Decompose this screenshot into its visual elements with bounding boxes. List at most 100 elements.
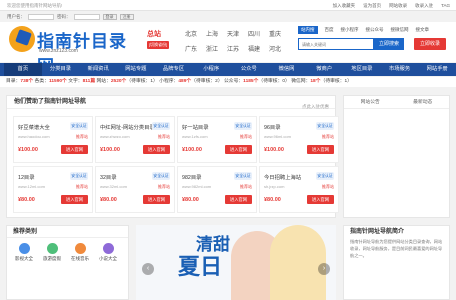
nav-item-merchant[interactable]: 微商户	[305, 63, 343, 76]
city-link[interactable]: 上海	[206, 29, 227, 38]
enter-site-button[interactable]: 进入官网	[61, 195, 88, 204]
stat-value: 2520个	[110, 79, 127, 84]
top-links: 加入收藏夹 设为首页 网站收录 收录入驻 TAG	[333, 3, 450, 9]
nav-item-home[interactable]: 首页	[4, 63, 42, 76]
city-link[interactable]: 天津	[227, 29, 248, 38]
top-link-join[interactable]: 收录入驻	[415, 3, 433, 9]
category-item[interactable]: 小说大全	[94, 243, 122, 262]
city-link[interactable]: 福建	[248, 44, 269, 53]
search-tab-baidu[interactable]: 百度	[325, 27, 334, 33]
tab-notice[interactable]: 网站公告	[361, 96, 380, 108]
search-tab-site[interactable]: 站内搜	[298, 26, 318, 34]
search-button[interactable]: 立即搜索	[374, 38, 404, 50]
nav-item-official[interactable]: 公众号	[230, 63, 268, 76]
top-link-homepage[interactable]: 设为首页	[363, 3, 381, 9]
logo-url: www.znz123.com	[39, 48, 78, 54]
main-nav: 首页 分类目录 新闻资讯 网站专题 品牌专区 小程序 公众号 微信网 微商户 地…	[0, 63, 456, 76]
city-link[interactable]: 广东	[185, 44, 206, 53]
city-link[interactable]: 浙江	[206, 44, 227, 53]
intro-text: 指南针网址导航为您提供网站分类目录查询，网站收录，网址导航服务，是目前网民最喜爱…	[350, 239, 443, 258]
search-tabs: 站内搜 百度 搜小程序 搜公众号 搜微信网 搜文章	[298, 26, 452, 34]
username-input[interactable]	[28, 14, 54, 20]
featured-more-link[interactable]: 点此入驻优惠	[302, 100, 329, 113]
nav-item-region[interactable]: 地区目录	[343, 63, 381, 76]
category-item[interactable]: 在线音乐	[66, 243, 94, 262]
category-label: 小说大全	[99, 256, 117, 261]
top-link-submit[interactable]: 网站收录	[389, 3, 407, 9]
card-url: www.96ml.com	[264, 134, 291, 139]
featured-card[interactable]: 12目录 安全认证 www.12ml.com 推荐站 ¥80.00 进入官网	[13, 166, 93, 213]
card-site-name[interactable]: 中红网址-网站分类目录...	[100, 123, 159, 131]
city-link[interactable]: 江苏	[227, 44, 248, 53]
security-badge: 安全认证	[234, 122, 252, 130]
register-button[interactable]: 注册	[119, 14, 134, 20]
banner-prev-arrow[interactable]: ‹	[142, 263, 154, 275]
current-city: 总站	[147, 31, 161, 38]
banner-next-arrow[interactable]: ›	[318, 263, 330, 275]
switch-province-button[interactable]: [切换省份]	[147, 41, 170, 49]
card-recommend: 推荐站	[76, 184, 88, 189]
header: 指南针目录网 www.znz123.com 总站 [切换省份] 北京 上海 天津…	[0, 22, 456, 76]
card-url: www.32ml.com	[100, 184, 127, 189]
city-link[interactable]: 四川	[248, 29, 269, 38]
stat-value: 811篇	[82, 79, 96, 84]
card-site-name[interactable]: 今日招聘上海站	[264, 173, 301, 181]
search-tab-wechat[interactable]: 搜微信网	[391, 27, 409, 33]
featured-card[interactable]: 好一站目录 安全认证 www.1zfs.com 推荐站 ¥100.00 进入官网	[177, 116, 257, 163]
card-site-name[interactable]: 好豆菜谱大全	[18, 123, 50, 131]
card-site-name[interactable]: 982目录	[182, 173, 201, 181]
security-badge: 安全认证	[316, 122, 334, 130]
category-icon	[74, 243, 86, 254]
security-badge: 安全认证	[234, 172, 252, 180]
security-badge: 安全认证	[70, 122, 88, 130]
featured-card[interactable]: 32目录 安全认证 www.32ml.com 推荐站 ¥80.00 进入官网	[95, 166, 175, 213]
stat-pending: （待审核：1）	[126, 79, 158, 84]
featured-panel: 他们赞助了指南针网址导航 点此入驻优惠 好豆菜谱大全 安全认证 www.haodou…	[6, 95, 339, 218]
top-link-favorite[interactable]: 加入收藏夹	[333, 3, 356, 9]
enter-site-button[interactable]: 进入官网	[307, 195, 334, 204]
nav-item-news[interactable]: 新闻资讯	[79, 63, 117, 76]
tab-latest[interactable]: 最新动态	[413, 96, 432, 108]
site-logo[interactable]: 指南针目录网 www.znz123.com	[9, 26, 137, 76]
search-input[interactable]	[298, 38, 374, 50]
card-site-name[interactable]: 12目录	[18, 173, 35, 181]
promo-banner[interactable]: 清甜 夏日 ‹ ›	[136, 225, 336, 300]
featured-card[interactable]: 982目录 安全认证 www.982ml.com 推荐站 ¥80.00 进入官网	[177, 166, 257, 213]
stat-pending: （待审核：0）	[258, 79, 290, 84]
enter-site-button[interactable]: 进入官网	[307, 145, 334, 154]
city-link[interactable]: 河北	[269, 44, 290, 53]
password-input[interactable]	[73, 14, 100, 20]
enter-site-button[interactable]: 进入官网	[61, 145, 88, 154]
nav-item-directory[interactable]: 分类目录	[42, 63, 80, 76]
featured-card[interactable]: 中红网址-网站分类目录... 安全认证 www.zhwzo.com 推荐站 ¥100.0…	[95, 116, 175, 163]
nav-item-wechat[interactable]: 微信网	[268, 63, 306, 76]
login-button[interactable]: 登录	[102, 14, 117, 20]
security-badge: 安全认证	[316, 172, 334, 180]
nav-item-miniprogram[interactable]: 小程序	[192, 63, 230, 76]
featured-card[interactable]: 96目录 安全认证 www.96ml.com 推荐站 ¥100.00 进入官网	[259, 116, 339, 163]
card-site-name[interactable]: 96目录	[264, 123, 281, 131]
search-tab-article[interactable]: 搜文章	[416, 27, 430, 33]
category-item[interactable]: 旅游度假	[38, 243, 66, 262]
category-item[interactable]: 影视大全	[10, 243, 38, 262]
submit-site-button[interactable]: 立即收录	[414, 38, 446, 50]
search-tab-official[interactable]: 搜公众号	[366, 27, 384, 33]
search-tab-miniprogram[interactable]: 搜小程序	[341, 27, 359, 33]
featured-card[interactable]: 好豆菜谱大全 安全认证 www.haodou.com 推荐站 ¥100.00 进入官网	[13, 116, 93, 163]
card-site-name[interactable]: 好一站目录	[182, 123, 209, 131]
nav-item-manual[interactable]: 网站手册	[418, 63, 456, 76]
city-link[interactable]: 重庆	[269, 29, 290, 38]
top-bar: 欢迎您使用指南针网站导航! 加入收藏夹 设为首页 网站收录 收录入驻 TAG	[0, 0, 456, 11]
enter-site-button[interactable]: 进入官网	[143, 195, 170, 204]
card-site-name[interactable]: 32目录	[100, 173, 117, 181]
top-link-tag[interactable]: TAG	[441, 3, 450, 9]
featured-card[interactable]: 今日招聘上海站 安全认证 sh.jrzp.com 推荐站 ¥80.00 进入官网	[259, 166, 339, 213]
nav-item-market[interactable]: 市场服务	[381, 63, 419, 76]
nav-item-topics[interactable]: 网站专题	[117, 63, 155, 76]
enter-site-button[interactable]: 进入官网	[225, 145, 252, 154]
card-url: www.haodou.com	[18, 134, 50, 139]
enter-site-button[interactable]: 进入官网	[143, 145, 170, 154]
nav-item-brands[interactable]: 品牌专区	[155, 63, 193, 76]
city-link[interactable]: 北京	[185, 29, 206, 38]
enter-site-button[interactable]: 进入官网	[225, 195, 252, 204]
